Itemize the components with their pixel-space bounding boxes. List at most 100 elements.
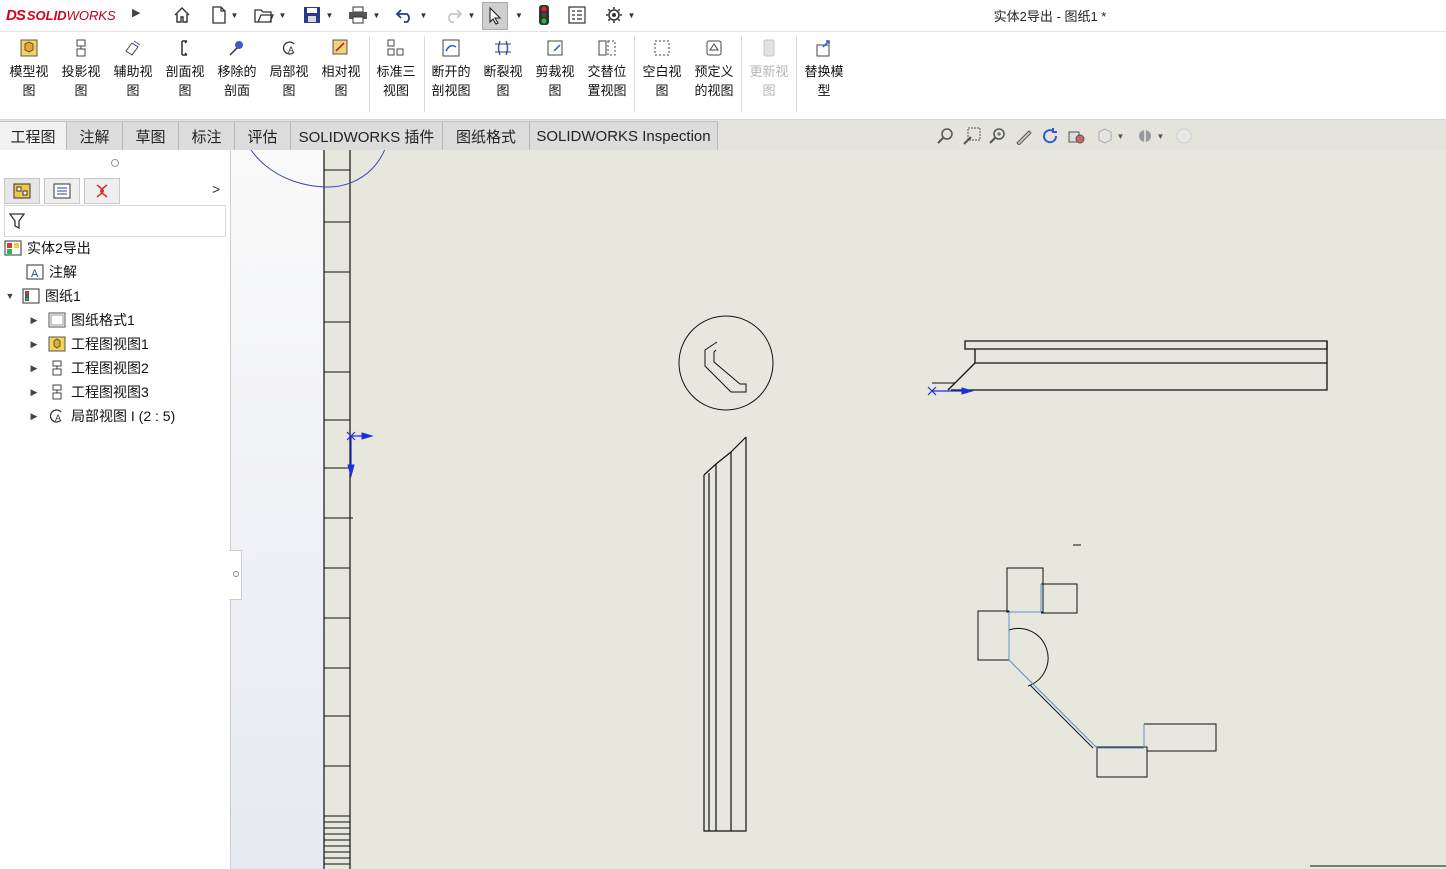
- tab-solidworks-inspection[interactable]: SOLIDWORKS Inspection: [530, 121, 718, 150]
- hide-show-icon[interactable]: ▼: [1093, 126, 1127, 146]
- tab-sketch[interactable]: 草图: [123, 121, 179, 150]
- model-view-button[interactable]: 模型视 图: [3, 36, 55, 116]
- property-manager-tab[interactable]: [44, 178, 80, 204]
- update-view-label: 更新视 图: [749, 64, 789, 98]
- crop-view-button[interactable]: 剪裁视 图: [529, 36, 581, 116]
- alternate-position-label: 交替位 置视图: [587, 64, 627, 98]
- tab-annotation[interactable]: 注解: [67, 121, 123, 150]
- drawing-canvas[interactable]: [231, 150, 1446, 869]
- removed-section-button[interactable]: 移除的 剖面: [211, 36, 263, 116]
- section-view-button[interactable]: 剖面视 图: [159, 36, 211, 116]
- expand-arrow-icon[interactable]: ▶: [28, 411, 40, 422]
- logo-ds: DS: [6, 6, 26, 24]
- tree-item-drawing-view-1[interactable]: ▶ 工程图视图1: [28, 333, 149, 355]
- tree-item-annotations[interactable]: A 注解: [26, 261, 77, 283]
- sketch-icon[interactable]: [1013, 126, 1035, 146]
- solidworks-logo[interactable]: DS SOLID WORKS: [6, 4, 116, 26]
- configuration-manager-tab[interactable]: [84, 178, 120, 204]
- menu-expand-icon[interactable]: ▶: [132, 6, 140, 19]
- display-style-icon[interactable]: [1065, 126, 1087, 146]
- detail-view-icon: A: [48, 408, 66, 424]
- drawing-document-icon: [4, 240, 22, 256]
- update-view-icon: [759, 38, 779, 58]
- file-properties-icon[interactable]: [566, 3, 588, 27]
- open-icon[interactable]: ▼: [250, 3, 290, 27]
- alternate-position-button[interactable]: 交替位 置视图: [581, 36, 633, 116]
- expand-arrow-icon[interactable]: ▶: [28, 339, 40, 350]
- expand-arrow-icon[interactable]: ▶: [28, 387, 40, 398]
- expand-arrow-icon[interactable]: ▶: [28, 315, 40, 326]
- relative-view-icon: [331, 38, 351, 58]
- projected-view-button[interactable]: 投影视 图: [55, 36, 107, 116]
- relative-view-label: 相对视 图: [321, 64, 361, 98]
- zoom-in-out-icon[interactable]: [987, 126, 1009, 146]
- auxiliary-view-button[interactable]: 辅助视 图: [107, 36, 159, 116]
- update-view-button[interactable]: 更新视 图: [743, 36, 795, 116]
- tree-root-label: 实体2导出: [27, 240, 91, 256]
- tree-filter-box[interactable]: [4, 205, 226, 237]
- section-view-icon: [175, 38, 195, 58]
- svg-text:A: A: [288, 45, 294, 55]
- tab-sheet-format[interactable]: 图纸格式: [443, 121, 530, 150]
- break-view-icon: [493, 38, 513, 58]
- tab-markup[interactable]: 标注: [179, 121, 235, 150]
- tree-root-item[interactable]: 实体2导出: [4, 237, 91, 259]
- tree-drawing-view-2-label: 工程图视图2: [71, 360, 149, 376]
- predefined-view-button[interactable]: 预定义 的视图: [688, 36, 740, 116]
- drawing-view-section[interactable]: [977, 544, 1217, 778]
- model-view-label: 模型视 图: [9, 64, 49, 98]
- save-icon[interactable]: ▼: [298, 3, 338, 27]
- relative-view-button[interactable]: 相对视 图: [315, 36, 367, 116]
- broken-out-section-button[interactable]: 断开的 剖视图: [425, 36, 477, 116]
- panel-resize-grip[interactable]: [111, 159, 119, 167]
- traffic-light-icon[interactable]: [535, 3, 553, 27]
- replace-model-button[interactable]: 替换模 型: [798, 36, 850, 116]
- logo-works: WORKS: [66, 7, 116, 23]
- detail-view-button[interactable]: A 局部视 图: [263, 36, 315, 116]
- appearance-icon[interactable]: ▼: [1133, 126, 1167, 146]
- expand-arrow-icon[interactable]: ▶: [28, 363, 40, 374]
- tab-solidworks-addins[interactable]: SOLIDWORKS 插件: [291, 121, 443, 150]
- options-icon[interactable]: ▼: [600, 3, 640, 27]
- freehand-annotation[interactable]: [231, 150, 390, 188]
- model-view-icon: [48, 336, 66, 352]
- select-icon[interactable]: [482, 2, 508, 30]
- undo-icon[interactable]: ▼: [391, 3, 431, 27]
- sheet-border: [323, 150, 1446, 869]
- home-icon[interactable]: [170, 3, 194, 27]
- collapse-arrow-icon[interactable]: ▼: [4, 291, 16, 301]
- detail-view-i[interactable]: [678, 315, 774, 411]
- standard-3-view-button[interactable]: 标准三 视图: [370, 36, 422, 116]
- tree-item-drawing-view-3[interactable]: ▶ 工程图视图3: [28, 381, 149, 403]
- new-document-icon[interactable]: ▼: [205, 3, 245, 27]
- chevron-right-icon[interactable]: >: [212, 181, 220, 197]
- rotate-icon[interactable]: [1039, 126, 1061, 146]
- break-view-label: 断裂视 图: [483, 64, 523, 98]
- tree-item-sheet[interactable]: ▼ 图纸1: [4, 285, 81, 307]
- drawing-view-top[interactable]: [932, 340, 1328, 391]
- scene-icon[interactable]: [1173, 126, 1195, 146]
- redo-icon[interactable]: ▼: [439, 3, 479, 27]
- standard-3-view-icon: [386, 38, 406, 58]
- print-icon[interactable]: ▼: [344, 3, 384, 27]
- empty-view-button[interactable]: 空白视 图: [636, 36, 688, 116]
- projected-view-icon: [48, 360, 66, 376]
- logo-solid: SOLID: [26, 7, 67, 23]
- break-view-button[interactable]: 断裂视 图: [477, 36, 529, 116]
- removed-section-label: 移除的 剖面: [217, 64, 257, 98]
- svg-text:A: A: [55, 413, 61, 423]
- svg-text:A: A: [31, 268, 39, 280]
- tab-evaluate[interactable]: 评估: [235, 121, 291, 150]
- tree-item-drawing-view-2[interactable]: ▶ 工程图视图2: [28, 357, 149, 379]
- broken-out-section-icon: [441, 38, 461, 58]
- tree-item-sheet-format[interactable]: ▶ 图纸格式1: [28, 309, 135, 331]
- drawing-view-front[interactable]: [703, 436, 747, 832]
- feature-manager-tab[interactable]: [4, 178, 40, 204]
- tree-item-detail-view[interactable]: ▶ A 局部视图 I (2 : 5): [28, 405, 176, 427]
- select-dropdown-icon[interactable]: ▼: [512, 3, 526, 27]
- zoom-area-icon[interactable]: [961, 126, 983, 146]
- crop-view-icon: [545, 38, 565, 58]
- zoom-to-fit-icon[interactable]: [935, 126, 957, 146]
- ribbon-separator: [741, 36, 742, 112]
- tab-drawing[interactable]: 工程图: [0, 121, 67, 150]
